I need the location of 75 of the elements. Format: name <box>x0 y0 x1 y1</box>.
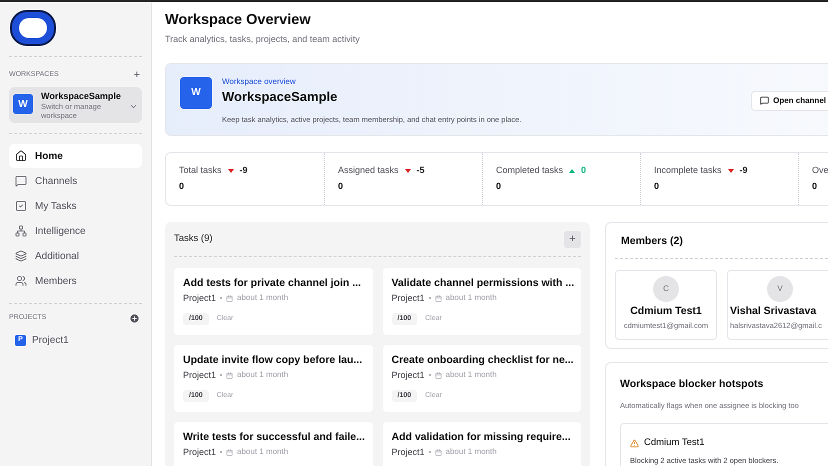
app-logo <box>10 10 56 46</box>
workspace-name: WorkspaceSample <box>41 90 121 102</box>
task-project: Project1 <box>392 292 425 305</box>
blocker-name: Cdmium Test1 <box>644 436 705 450</box>
task-due: about 1 month <box>446 292 497 304</box>
page-subtitle: Track analytics, tasks, projects, and team activity <box>165 33 361 46</box>
task-project: Project1 <box>392 368 425 382</box>
add-workspace-button[interactable]: + <box>134 70 140 81</box>
nav-item[interactable]: Intelligence <box>9 219 142 243</box>
calendar-icon <box>434 372 442 379</box>
home-icon <box>15 150 27 162</box>
stat-label: Total tasks <box>179 164 222 177</box>
nav-item[interactable]: Channels <box>9 169 142 193</box>
workspace-avatar: W <box>13 94 33 114</box>
banner-eyebrow: Workspace overview <box>222 76 297 86</box>
stat-delta: -9 <box>740 164 748 177</box>
stat-value: 0 <box>179 180 186 192</box>
calendar-icon <box>226 294 234 302</box>
stat-label: Ove <box>812 164 828 177</box>
task-due: about 1 month <box>237 369 288 382</box>
chat-bubble-icon <box>15 175 27 187</box>
chevron-down-icon <box>129 102 138 111</box>
task-card[interactable]: Write tests for successful and faile... Project1 about 1 month <box>174 422 372 466</box>
member-avatar: V <box>767 276 793 302</box>
banner-title: WorkspaceSample <box>222 88 338 106</box>
member-name: Vishal Srivastava <box>730 304 816 320</box>
nav-item[interactable]: Additional <box>9 244 142 268</box>
calendar-icon <box>434 294 442 302</box>
calendar-icon <box>226 372 234 379</box>
stat-delta: -5 <box>416 164 425 177</box>
stat-delta: -9 <box>240 164 248 177</box>
panel-title: Workspace blocker hotspots <box>620 377 764 392</box>
task-card[interactable]: Add validation for missing require... Project1 about 1 month <box>382 422 581 466</box>
task-title: Add tests for private channel join ... <box>183 276 362 290</box>
stat-value: 0 <box>654 180 660 192</box>
stat-label: Assigned tasks <box>338 164 399 177</box>
nav-item[interactable]: Members <box>9 269 142 293</box>
task-title: Validate channel permissions with ... <box>392 276 572 290</box>
task-due: about 1 month <box>446 369 497 382</box>
task-title: Update invite flow copy before lau... <box>183 354 364 366</box>
member-avatar: C <box>653 276 679 302</box>
nav-item[interactable]: Home <box>9 144 142 168</box>
task-title: Create onboarding checklist for ne... <box>392 354 572 366</box>
task-due: about 1 month <box>237 292 288 304</box>
member-name: Cdmium Test1 <box>630 304 702 320</box>
stat-value: 0 <box>496 180 502 192</box>
task-title: Add validation for missing require... <box>392 430 572 444</box>
add-project-icon[interactable] <box>129 313 140 324</box>
panel-title: Tasks (9) <box>174 232 213 246</box>
task-project: Project1 <box>183 446 216 459</box>
chat-bubble-icon <box>760 96 770 105</box>
page-title: Workspace Overview <box>165 11 312 29</box>
open-channel-button[interactable]: Open channel <box>751 90 828 110</box>
network-icon <box>15 225 27 237</box>
calendar-icon <box>226 448 234 456</box>
task-project: Project1 <box>392 446 425 459</box>
nav-item[interactable]: My Tasks <box>9 194 142 218</box>
calendar-icon <box>434 448 442 456</box>
add-task-button[interactable]: + <box>564 230 581 248</box>
checkbox-icon <box>15 200 27 212</box>
task-due: about 1 month <box>237 446 288 458</box>
stat-delta: 0 <box>581 164 586 177</box>
layers-icon <box>15 250 27 262</box>
stat-label: Completed tasks <box>496 164 564 177</box>
task-title: Write tests for successful and faile... <box>183 430 364 444</box>
task-project: Project1 <box>183 292 216 305</box>
warning-icon <box>630 438 639 448</box>
stat-value: 0 <box>338 180 344 192</box>
stat-label: Incomplete tasks <box>654 164 722 177</box>
panel-title: Members (2) <box>620 234 684 248</box>
task-project: Project1 <box>183 368 216 382</box>
task-due: about 1 month <box>446 446 497 458</box>
users-icon <box>15 275 27 287</box>
stat-value: 0 <box>812 180 818 192</box>
workspace-avatar: W <box>180 76 212 108</box>
